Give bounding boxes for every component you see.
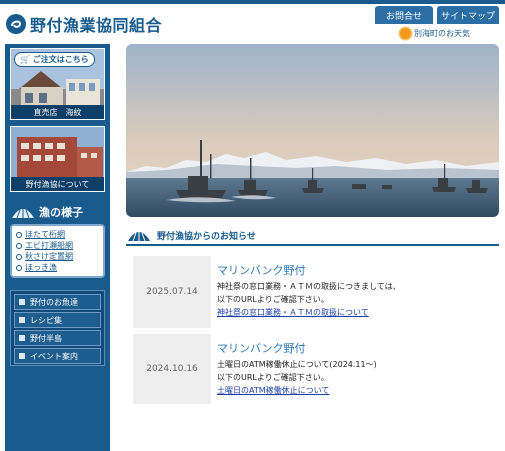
menu-item-peninsula[interactable]: 野付半島 — [14, 330, 101, 346]
fishing-link-label: 秋さけ定置網 — [25, 252, 73, 261]
logo-mark-icon — [6, 14, 26, 34]
about-banner[interactable]: 野付漁協について — [10, 126, 105, 192]
menu-item-label: 野付半島 — [30, 333, 62, 343]
shell-icon — [12, 208, 34, 219]
menu-item-events[interactable]: イベント案内 — [14, 348, 101, 364]
fishing-links: ほたて桁網 エビ打瀬船網 秋さけ定置網 ほっき漁 — [10, 224, 105, 278]
about-caption: 野付漁協について — [11, 177, 104, 191]
shop-banner[interactable]: 🛒 ご注文はこちら 直売店 海紋 — [10, 48, 105, 120]
bullet-icon — [16, 253, 22, 260]
menu-item-label: 野付のお魚達 — [30, 297, 78, 307]
news-link[interactable]: 神社祭の窓口業務・ＡＴＭの取扱について — [217, 306, 401, 319]
site-title: 野付漁業協同組合 — [30, 16, 163, 35]
shop-caption: 直売店 海紋 — [11, 105, 104, 119]
sidebar-menu: 野付のお魚達 レシピ集 野付半島 イベント案内 — [10, 290, 105, 366]
menu-bullet-icon — [19, 317, 25, 323]
fishing-link-label: エビ打瀬船網 — [25, 241, 73, 250]
news-link[interactable]: 土曜日のATM稼働休止について — [217, 384, 377, 397]
fishing-section-title: 漁の様子 — [39, 206, 83, 219]
bullet-icon — [16, 231, 22, 238]
menu-bullet-icon — [19, 353, 25, 359]
bullet-icon — [16, 242, 22, 249]
news-title: 野付漁協からのお知らせ — [157, 231, 256, 242]
menu-bullet-icon — [19, 335, 25, 341]
news-item: 2024.10.16 マリンバンク野付 土曜日のATM稼働休止について(2024… — [133, 334, 499, 404]
menu-item-fish[interactable]: 野付のお魚達 — [14, 294, 101, 310]
menu-bullet-icon — [19, 299, 25, 305]
bullet-icon — [16, 264, 22, 271]
menu-item-recipes[interactable]: レシピ集 — [14, 312, 101, 328]
news-source: マリンバンク野付 — [217, 264, 306, 277]
news-source: マリンバンク野付 — [217, 342, 306, 355]
fishing-link-1[interactable]: エビ打瀬船網 — [16, 240, 99, 251]
fishing-link-0[interactable]: ほたて桁網 — [16, 229, 99, 240]
sitemap-button[interactable]: サイトマップ — [437, 6, 499, 24]
fishing-link-label: ほたて桁網 — [25, 230, 65, 239]
shell-icon — [128, 231, 150, 242]
fishing-link-2[interactable]: 秋さけ定置網 — [16, 251, 99, 262]
news-date: 2025.07.14 — [133, 256, 211, 328]
fishing-section-heading: 漁の様子 — [10, 204, 83, 220]
page: 野付漁業協同組合 お問合せ サイトマップ 別海町のお天気 🛒 ご注文はこちら 直… — [0, 0, 505, 451]
news-item: 2025.07.14 マリンバンク野付 神社祭の窓口業務・ＡＴＭの取扱につきまし… — [133, 256, 499, 328]
menu-item-label: イベント案内 — [30, 351, 78, 361]
news-text-line: 以下のURLよりご確認下さい。 — [217, 373, 329, 382]
fishing-link-label: ほっき漁 — [25, 263, 57, 272]
news-body: マリンバンク野付 神社祭の窓口業務・ＡＴＭの取扱につきましては、 以下のURLよ… — [211, 256, 401, 328]
hero-image — [126, 44, 499, 217]
fishing-boats-photo — [126, 44, 499, 217]
order-text: ご注文はこちら — [32, 55, 89, 64]
news-text-line: 土曜日のATM稼働休止について(2024.11～) — [217, 360, 377, 369]
menu-item-label: レシピ集 — [30, 315, 62, 325]
contact-button[interactable]: お問合せ — [375, 6, 433, 24]
top-accent-line — [0, 0, 505, 4]
news-heading: 野付漁協からのお知らせ — [126, 226, 499, 246]
news-text-line: 神社祭の窓口業務・ＡＴＭの取扱につきましては、 — [217, 282, 401, 291]
news-text-line: 以下のURLよりご確認下さい。 — [217, 295, 329, 304]
sun-icon — [400, 28, 411, 39]
weather-link[interactable]: 別海町のお天気 — [400, 28, 470, 39]
fishing-link-3[interactable]: ほっき漁 — [16, 262, 99, 273]
order-label[interactable]: 🛒 ご注文はこちら — [14, 52, 95, 67]
weather-label: 別海町のお天気 — [414, 29, 470, 38]
site-logo[interactable]: 野付漁業協同組合 — [6, 12, 162, 36]
news-body: マリンバンク野付 土曜日のATM稼働休止について(2024.11～) 以下のUR… — [211, 334, 377, 404]
news-date: 2024.10.16 — [133, 334, 211, 404]
